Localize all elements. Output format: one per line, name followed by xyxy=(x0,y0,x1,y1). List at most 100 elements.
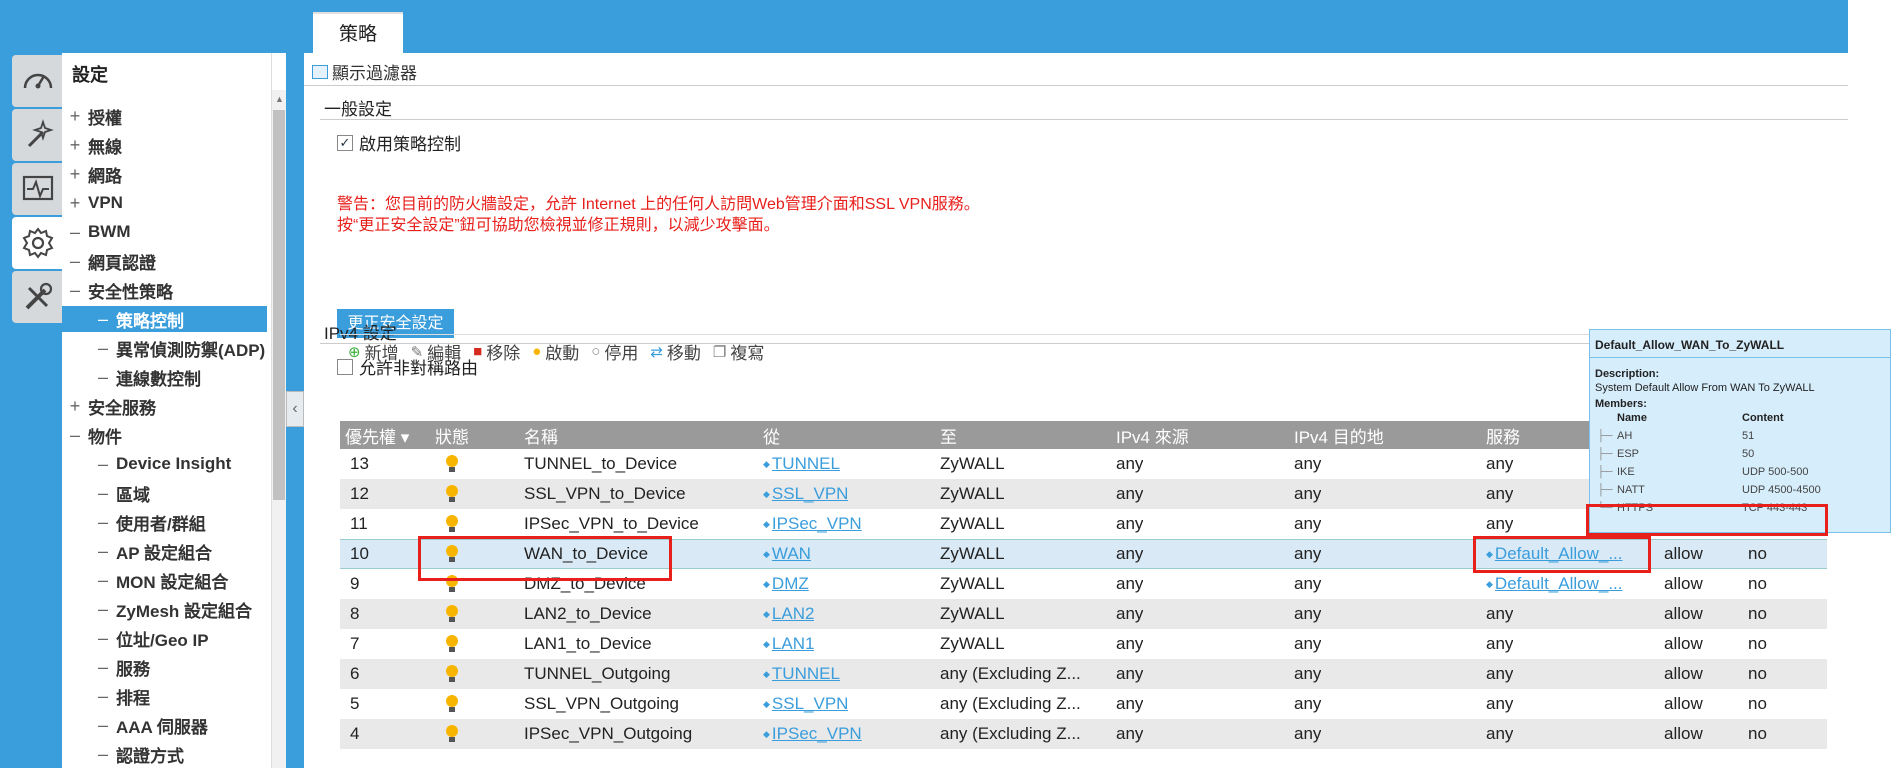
table-row[interactable]: 7 LAN1_to_Device ◆ LAN1 ZyWALL any any any allow… xyxy=(340,629,1827,659)
copy-icon: ❐ xyxy=(712,343,727,361)
col-status[interactable]: 狀態 xyxy=(435,421,469,449)
sidebar-item[interactable]: – 排程 xyxy=(62,683,267,709)
sidebar-item[interactable]: – 物件 xyxy=(62,422,267,448)
from-zone-link[interactable]: ◆ DMZ xyxy=(763,569,809,599)
sidebar-scroll-thumb[interactable] xyxy=(273,110,285,500)
sidebar-item[interactable]: – 認證方式 xyxy=(62,741,267,767)
show-filter-link[interactable]: 顯示過濾器 xyxy=(312,59,417,84)
from-zone-link[interactable]: ◆ SSL_VPN xyxy=(763,689,848,719)
wizard-nav-button[interactable] xyxy=(12,109,64,161)
cell-action: allow xyxy=(1664,724,1703,743)
status-lightbulb-icon xyxy=(446,659,458,689)
sidebar-item[interactable]: + 安全服務 xyxy=(62,393,267,419)
sidebar-item[interactable]: – AP 設定組合 xyxy=(62,538,267,564)
status-lightbulb-icon xyxy=(446,689,458,719)
cell-name: SSL_VPN_to_Device xyxy=(524,484,686,503)
move-button[interactable]: ⇄ 移動 xyxy=(650,339,701,364)
col-name[interactable]: 名稱 xyxy=(524,421,558,449)
link-text[interactable]: LAN2 xyxy=(772,604,815,624)
sidebar-item[interactable]: – 網頁認證 xyxy=(62,248,267,274)
from-zone-link[interactable]: ◆ SSL_VPN xyxy=(763,479,848,509)
cell-priority: 8 xyxy=(350,604,360,623)
link-text[interactable]: IPSec_VPN xyxy=(772,724,862,744)
settings-nav-button[interactable] xyxy=(12,217,64,269)
sidebar-item[interactable]: – 服務 xyxy=(62,654,267,680)
sidebar-item[interactable]: – 區域 xyxy=(62,480,267,506)
col-to[interactable]: 至 xyxy=(940,421,957,449)
tree-dash-icon: – xyxy=(97,569,108,590)
lightbulb-icon xyxy=(446,515,458,533)
sidebar-item[interactable]: – ZyMesh 設定組合 xyxy=(62,596,267,622)
link-text[interactable]: TUNNEL xyxy=(772,454,840,474)
tooltip-description-label: Description: xyxy=(1595,368,1660,380)
sidebar-item[interactable]: + 無線 xyxy=(62,132,267,158)
service-link[interactable]: ◆ Default_Allow_... xyxy=(1486,569,1623,599)
activate-button[interactable]: ● 啟動 xyxy=(532,339,579,364)
link-text[interactable]: IPSec_VPN xyxy=(772,514,862,534)
monitor-nav-button[interactable] xyxy=(12,163,64,215)
from-zone-link[interactable]: ◆ LAN2 xyxy=(763,599,814,629)
link-text[interactable]: Default_Allow_... xyxy=(1495,574,1623,594)
scroll-up-icon[interactable]: ▲ xyxy=(275,94,284,104)
sidebar-item[interactable]: + 授權 xyxy=(62,103,267,129)
sidebar-item[interactable]: – MON 設定組合 xyxy=(62,567,267,593)
col-from[interactable]: 從 xyxy=(763,421,780,449)
from-zone-link[interactable]: ◆ TUNNEL xyxy=(763,449,840,479)
col-ipv4-destination[interactable]: IPv4 目的地 xyxy=(1294,421,1384,449)
object-icon: ◆ xyxy=(763,698,770,709)
sidebar-item[interactable]: + VPN xyxy=(62,190,267,216)
from-zone-link[interactable]: ◆ IPSec_VPN xyxy=(763,719,862,749)
enable-policy-control[interactable]: ✓ 啟用策略控制 xyxy=(337,130,461,155)
table-row[interactable]: 6 TUNNEL_Outgoing ◆ TUNNEL any (Excluding Z.… xyxy=(340,659,1827,689)
tree-dash-icon: – xyxy=(97,366,108,387)
link-text[interactable]: SSL_VPN xyxy=(772,694,849,714)
divider xyxy=(320,119,1848,120)
from-zone-link[interactable]: ◆ WAN xyxy=(763,540,811,568)
from-zone-link[interactable]: ◆ LAN1 xyxy=(763,629,814,659)
maintenance-nav-button[interactable] xyxy=(12,271,64,323)
cell-src: any xyxy=(1116,724,1144,743)
link-text[interactable]: LAN1 xyxy=(772,634,815,654)
from-zone-link[interactable]: ◆ TUNNEL xyxy=(763,659,840,689)
remove-button[interactable]: ■ 移除 xyxy=(473,339,520,364)
sidebar-item[interactable]: – 位址/Geo IP xyxy=(62,625,267,651)
deactivate-button[interactable]: ○ 停用 xyxy=(591,339,638,364)
sidebar-item[interactable]: – 連線數控制 xyxy=(62,364,267,390)
table-row[interactable]: 4 IPSec_VPN_Outgoing ◆ IPSec_VPN any (Exclud… xyxy=(340,719,1827,749)
activate-label: 啟動 xyxy=(545,344,580,363)
col-ipv4-source[interactable]: IPv4 來源 xyxy=(1116,421,1189,449)
sidebar-item[interactable]: – Device Insight xyxy=(62,451,267,477)
expand-icon: + xyxy=(69,134,81,155)
table-row[interactable]: 5 SSL_VPN_Outgoing ◆ SSL_VPN any (Excluding … xyxy=(340,689,1827,719)
link-text[interactable]: WAN xyxy=(772,544,811,564)
sidebar-item[interactable]: – 策略控制 xyxy=(62,306,267,332)
sidebar-item-label: 網路 xyxy=(88,166,122,186)
table-row[interactable]: 8 LAN2_to_Device ◆ LAN2 ZyWALL any any any allow… xyxy=(340,599,1827,629)
cell-priority: 7 xyxy=(350,634,360,653)
sidebar-item[interactable]: – 異常偵測防禦(ADP) xyxy=(62,335,267,361)
sidebar-item[interactable]: – AAA 伺服器 xyxy=(62,712,267,738)
col-priority[interactable]: 優先權 ▾ xyxy=(345,421,409,449)
clone-button[interactable]: ❐ 複寫 xyxy=(713,339,764,364)
from-zone-link[interactable]: ◆ IPSec_VPN xyxy=(763,509,862,539)
cell-service: any xyxy=(1486,514,1514,533)
add-button[interactable]: ⊕ 新增 xyxy=(348,339,399,364)
link-text[interactable]: DMZ xyxy=(772,574,809,594)
tab-policy[interactable]: 策略 xyxy=(313,12,403,53)
sidebar-item[interactable]: – BWM xyxy=(62,219,267,245)
sidebar-item[interactable]: + 網路 xyxy=(62,161,267,187)
sidebar-item[interactable]: – 使用者/群組 xyxy=(62,509,267,535)
enable-policy-checkbox[interactable]: ✓ xyxy=(337,134,353,151)
sidebar-scrollbar[interactable]: ▲ xyxy=(272,90,286,768)
sidebar-item-label: 授權 xyxy=(88,108,122,128)
sidebar-item[interactable]: – 安全性策略 xyxy=(62,277,267,303)
edit-button[interactable]: ✎ 編輯 xyxy=(411,339,462,364)
col-service[interactable]: 服務 xyxy=(1486,421,1520,449)
cell-dst: any xyxy=(1294,544,1322,563)
object-icon: ◆ xyxy=(763,518,770,529)
collapse-sidebar-button[interactable]: ‹ xyxy=(286,391,304,427)
dashboard-nav-button[interactable] xyxy=(12,55,64,107)
link-text[interactable]: SSL_VPN xyxy=(772,484,849,504)
link-text[interactable]: TUNNEL xyxy=(772,664,840,684)
general-settings-heading: 一般設定 xyxy=(324,100,392,119)
